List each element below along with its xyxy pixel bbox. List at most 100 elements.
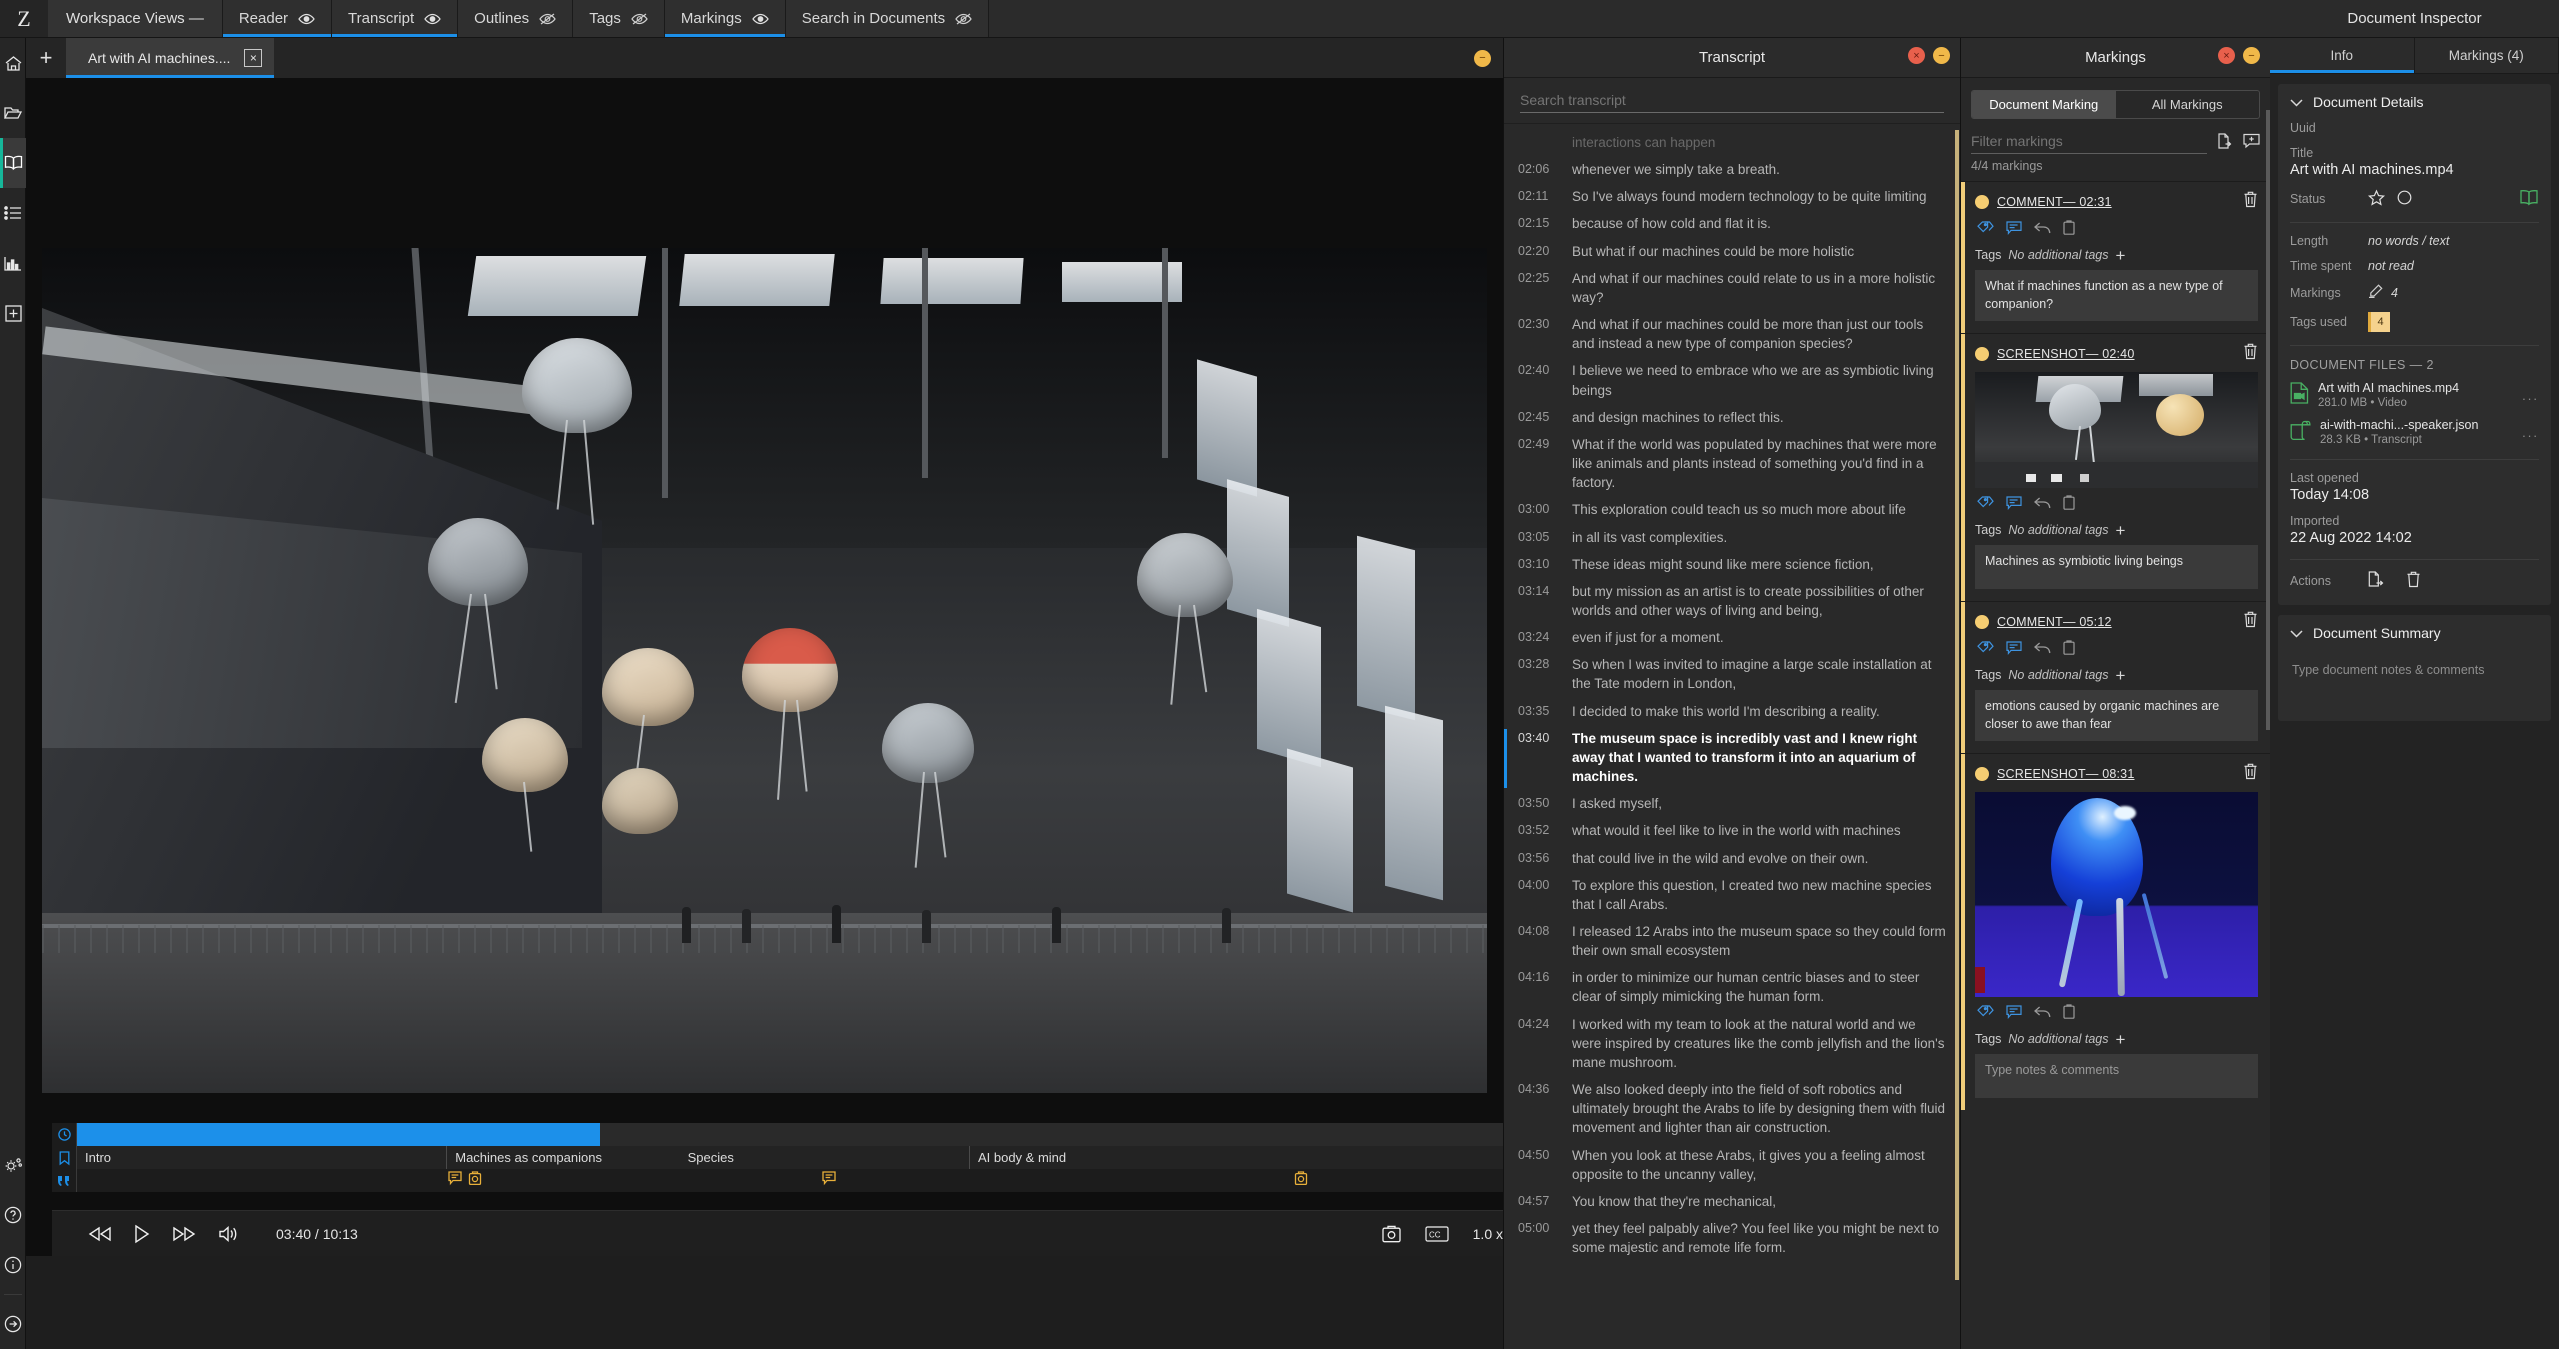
copy-clipboard-icon[interactable] [2063,640,2075,660]
chevron-down-icon[interactable] [2290,625,2303,641]
marking-note[interactable]: What if machines function as a new type … [1975,270,2258,321]
add-tag-button[interactable]: + [2115,1031,2125,1048]
transcript-line[interactable]: 03:40 The museum space is incredibly vast… [1518,725,1946,790]
reader-book-icon[interactable] [0,138,26,188]
tag-icon[interactable] [1977,640,1994,660]
marking-note-placeholder[interactable]: Type notes & comments [1975,1054,2258,1098]
eye-hidden-icon[interactable] [539,13,556,25]
marking-screenshot-thumbnail[interactable] [1975,792,2258,997]
transcript-line[interactable]: 02:45 and design machines to reflect this… [1518,404,1946,431]
file-menu-icon[interactable]: ... [2522,425,2539,440]
delete-marking-icon[interactable] [2243,763,2258,785]
reply-arrow-icon[interactable] [2034,641,2051,660]
copy-clipboard-icon[interactable] [2063,220,2075,240]
menu-tab-search-in-documents[interactable]: Search in Documents [785,0,990,37]
eye-visible-icon[interactable] [752,13,769,25]
tag-icon[interactable] [1977,220,1994,240]
transcript-line[interactable]: 02:11 So I've always found modern technol… [1518,183,1946,210]
delete-marking-icon[interactable] [2243,343,2258,365]
chapter-segment[interactable]: Intro [77,1146,448,1169]
marking-screenshot-thumbnail[interactable] [1975,372,2258,488]
segment-document-marking[interactable]: Document Marking [1972,91,2116,118]
marking-card[interactable]: COMMENT— 02:31 Tags No additional tags +… [1961,181,2270,333]
minimize-icon[interactable]: − [1933,47,1950,64]
fast-forward-button[interactable] [172,1226,196,1242]
transcript-line[interactable]: 04:08 I released 12 Arabs into the museum… [1518,918,1946,964]
minimize-icon[interactable]: − [2243,47,2260,64]
eye-hidden-icon[interactable] [955,13,972,25]
tag-icon[interactable] [1977,1004,1994,1024]
add-plus-icon[interactable] [0,288,26,338]
transcript-line[interactable]: 04:57 You know that they're mechanical, [1518,1188,1946,1215]
transcript-line[interactable]: 03:50 I asked myself, [1518,790,1946,817]
reply-arrow-icon[interactable] [2034,221,2051,240]
info-circle-icon[interactable] [0,1240,26,1290]
timeline-screenshot-marker[interactable] [1294,1170,1308,1191]
delete-marking-icon[interactable] [2243,611,2258,633]
transcript-lines[interactable]: interactions can happen 02:06 whenever we … [1504,125,1960,1349]
home-icon[interactable] [0,38,26,88]
segment-all-markings[interactable]: All Markings [2116,91,2260,118]
transcript-line[interactable]: 04:16 in order to minimize our human cent… [1518,964,1946,1010]
transcript-scrollbar[interactable] [1955,130,1959,1280]
copy-clipboard-icon[interactable] [2063,1004,2075,1024]
document-tab[interactable]: Art with AI machines.... × [66,38,275,78]
timeline-comment-marker[interactable] [822,1170,836,1191]
chapter-segment[interactable]: AI body & mind [969,1146,1529,1169]
copy-clipboard-icon[interactable] [2063,495,2075,515]
timeline-comment-marker[interactable] [447,1170,462,1191]
menu-tab-markings[interactable]: Markings [664,0,786,37]
markings-list[interactable]: COMMENT— 02:31 Tags No additional tags +… [1961,181,2270,1110]
transcript-line[interactable]: 02:40 I believe we need to embrace who we… [1518,357,1946,403]
marking-title[interactable]: SCREENSHOT— 08:31 [1997,767,2134,781]
comment-icon[interactable] [2006,640,2022,660]
reply-arrow-icon[interactable] [2034,1005,2051,1024]
transcript-line[interactable]: 03:10 These ideas might sound like mere s… [1518,551,1946,578]
closed-captions-icon[interactable]: CC [1425,1225,1449,1242]
comment-icon[interactable] [2006,220,2022,240]
chapter-segment[interactable]: Species [679,1146,970,1169]
marking-track[interactable] [76,1169,1529,1192]
marking-title[interactable]: COMMENT— 02:31 [1997,195,2112,209]
video-frame[interactable] [42,248,1487,1093]
menu-tab-transcript[interactable]: Transcript [332,0,459,37]
marking-card[interactable]: SCREENSHOT— 08:31 Tags No additional tag… [1961,753,2270,1110]
add-tag-button[interactable]: + [2115,667,2125,684]
transcript-line[interactable]: 04:24 I worked with my team to look at th… [1518,1011,1946,1076]
tag-icon[interactable] [1977,495,1994,515]
library-folder-icon[interactable] [0,88,26,138]
transcript-line[interactable]: 02:25 And what if our machines could rela… [1518,265,1946,311]
marking-card[interactable]: COMMENT— 05:12 Tags No additional tags +… [1961,601,2270,753]
progress-bar[interactable] [76,1123,1529,1146]
close-icon[interactable]: × [2218,47,2235,64]
transcript-line[interactable]: 04:36 We also looked deeply into the fiel… [1518,1076,1946,1141]
comment-icon[interactable] [2006,1004,2022,1024]
close-icon[interactable]: × [244,49,263,67]
chapter-track[interactable]: Intro Machines as companions Species AI bod… [76,1146,1529,1169]
transcript-line[interactable]: 05:00 yet they feel palpably alive? You f… [1518,1215,1946,1261]
minimize-icon[interactable]: − [1474,49,1491,67]
menu-tab-outlines[interactable]: Outlines [458,0,574,37]
transcript-line[interactable]: 02:49 What if the world was populated by … [1518,431,1946,496]
timeline-screenshot-marker[interactable] [468,1170,481,1191]
statistics-chart-icon[interactable] [0,238,26,288]
transcript-line[interactable]: 02:15 because of how cold and flat it is. [1518,210,1946,237]
transcript-line[interactable]: 03:05 in all its vast complexities. [1518,524,1946,551]
unread-circle-icon[interactable] [2397,190,2412,208]
transcript-line[interactable]: 03:00 This exploration could teach us so … [1518,496,1946,523]
transcript-line[interactable]: 03:35 I decided to make this world I'm de… [1518,698,1946,725]
transcript-line[interactable]: 04:00 To explore this question, I created… [1518,872,1946,918]
document-summary-placeholder[interactable]: Type document notes & comments [2290,651,2539,707]
file-row-video[interactable]: Art with AI machines.mp4 281.0 MB • Vide… [2290,381,2539,409]
eye-visible-icon[interactable] [298,13,315,25]
transcript-line[interactable]: 02:06 whenever we simply take a breath. [1518,156,1946,183]
document-summary-header[interactable]: Document Summary [2290,625,2539,641]
add-marking-icon[interactable] [2243,133,2260,154]
transcript-line[interactable]: 03:24 even if just for a moment. [1518,624,1946,651]
star-icon[interactable] [2367,189,2386,209]
marking-note[interactable]: Machines as symbiotic living beings [1975,545,2258,589]
volume-icon[interactable] [218,1225,240,1243]
chevron-down-icon[interactable] [2290,94,2303,110]
file-menu-icon[interactable]: ... [2522,388,2539,403]
transcript-line[interactable]: 03:52 what would it feel like to live in … [1518,817,1946,844]
